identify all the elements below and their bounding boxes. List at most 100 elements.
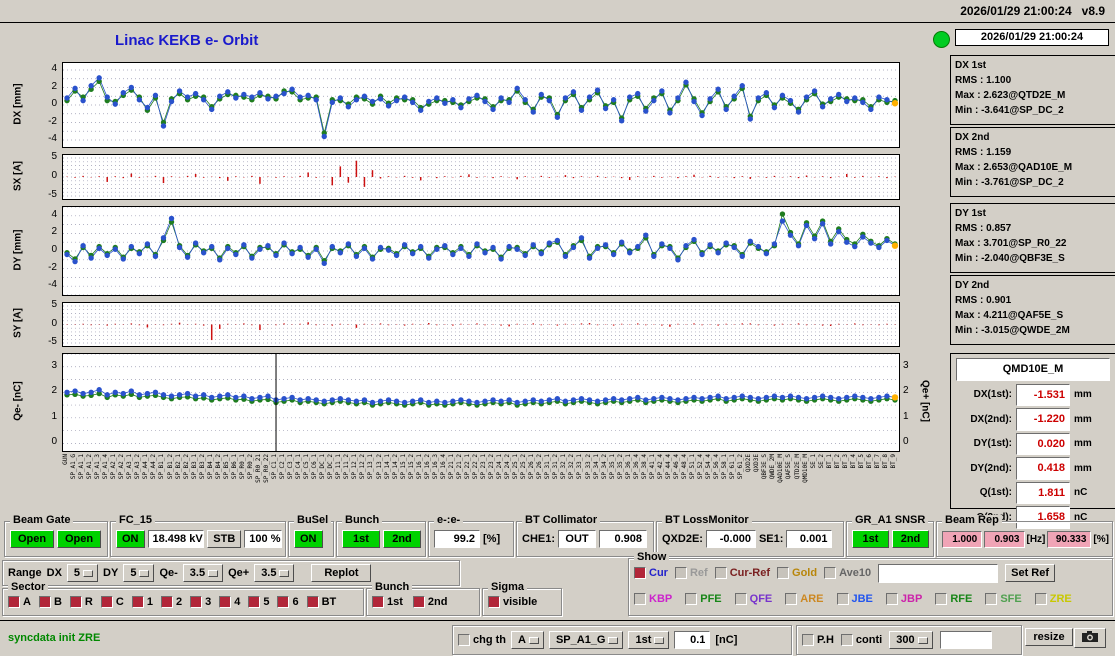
chg-th-checkbox[interactable]: chg th — [458, 634, 506, 646]
q-right-y-axis: 3 2 1 0 — [901, 353, 923, 450]
y-tick-label: 0 — [51, 170, 57, 181]
show-qfe-checkbox[interactable]: QFE — [734, 593, 773, 605]
checkbox-icon — [935, 593, 948, 605]
sy-steering-plot[interactable] — [62, 302, 900, 347]
show-cur-ref-checkbox[interactable]: Cur-Ref — [714, 567, 770, 579]
show-jbp-label: JBP — [900, 593, 923, 605]
fc15-on-button[interactable]: ON — [116, 530, 145, 548]
show-jbe-checkbox[interactable]: JBE — [836, 593, 873, 605]
stat-max: Max : 2.653@QAD10E_M — [955, 162, 1073, 173]
bunch-2nd-button[interactable]: 2nd — [383, 530, 421, 548]
bpm-label: SP_11_2 — [343, 454, 351, 480]
bpm-label: SP_B3_1 — [190, 454, 198, 480]
stat-title: DX 1st — [955, 60, 987, 71]
show-pfe-checkbox[interactable]: PFE — [685, 593, 722, 605]
stat-min: Min : -3.761@SP_DC_2 — [955, 177, 1064, 188]
bunch-1st-button[interactable]: 1st — [342, 530, 380, 548]
range-qe-minus-dropdown[interactable]: 3.5 — [182, 564, 224, 582]
ref-name-input[interactable] — [878, 563, 999, 583]
show-ref-checkbox[interactable]: Ref — [674, 567, 708, 579]
charge-plot[interactable] — [62, 353, 900, 452]
screenshot-button[interactable] — [1074, 628, 1106, 648]
bpm-label: SP_R0_22 — [262, 454, 270, 483]
sector-bt-checkbox[interactable]: BT — [306, 596, 336, 608]
sector-6-checkbox[interactable]: 6 — [277, 596, 299, 608]
bunch-dropdown[interactable]: 1st — [628, 631, 670, 649]
set-ref-button[interactable]: Set Ref — [1005, 564, 1056, 582]
bpm-select-dropdown[interactable]: SP_A1_G — [548, 631, 624, 649]
header-datetime: 2026/01/29 21:00:24 v8.9 — [960, 4, 1105, 18]
sigma-visible-checkbox[interactable]: visible — [488, 596, 537, 608]
show-kbp-checkbox[interactable]: KBP — [634, 593, 672, 605]
bunch-1st-checkbox[interactable]: 1st — [372, 596, 403, 608]
dy-orbit-plot[interactable] — [62, 206, 900, 296]
show-cur-checkbox[interactable]: Cur — [634, 567, 668, 579]
y-tick-label: 0 — [51, 317, 57, 329]
bpm-label: SP_B2_2 — [182, 454, 190, 480]
fc15-stb-button[interactable]: STB — [207, 530, 242, 548]
ee-ratio-group: e-:e- 99.2 [%] — [428, 515, 514, 557]
sector-4-checkbox[interactable]: 4 — [219, 596, 240, 608]
y-tick-label: 4 — [51, 208, 57, 220]
show-zre-checkbox[interactable]: ZRE — [1034, 593, 1072, 605]
show-qfe-label: QFE — [749, 593, 773, 605]
sector-5-checkbox[interactable]: 5 — [248, 596, 269, 608]
y-tick-label: -5 — [48, 188, 57, 200]
bpm-label: SP_A3_1 — [126, 454, 134, 480]
y-tick-label: 4 — [51, 63, 57, 74]
monitor-value: -1.531 — [1016, 383, 1070, 406]
ph-checkbox[interactable]: P.H — [802, 634, 834, 646]
dx-orbit-plot[interactable] — [62, 62, 900, 148]
sector-r-checkbox[interactable]: R — [69, 596, 93, 608]
bpm-label: SP_31_2 — [552, 454, 560, 480]
conti-checkbox[interactable]: conti — [840, 634, 882, 646]
range-dy-dropdown[interactable]: 5 — [123, 564, 155, 582]
bpm-label: BT_1 — [825, 454, 833, 469]
beam-gate-open1-button[interactable]: Open — [10, 530, 54, 548]
checkbox-icon — [160, 596, 173, 608]
sector-c-checkbox[interactable]: C — [100, 596, 124, 608]
dy-y-axis: 4 2 0 -2 -4 — [37, 206, 59, 294]
show-gold-checkbox[interactable]: Gold — [777, 567, 817, 579]
replot-button[interactable]: Replot — [311, 564, 372, 582]
sx-steering-plot[interactable] — [62, 154, 900, 200]
show-jbp-checkbox[interactable]: JBP — [885, 593, 923, 605]
busel-group: BuSel ON — [288, 515, 334, 557]
ph-label: P.H — [817, 634, 834, 646]
show-ave10-checkbox[interactable]: Ave10 — [824, 567, 871, 579]
count-dropdown[interactable]: 300 — [889, 631, 933, 649]
snsr-2nd-button[interactable]: 2nd — [892, 530, 929, 548]
bpm-label: SP_B4_1 — [206, 454, 214, 480]
show-rfe-checkbox[interactable]: RFE — [935, 593, 972, 605]
bunch-2nd-checkbox[interactable]: 2nd — [412, 596, 447, 608]
bpm-label: SP_C5_1 — [303, 454, 311, 480]
show-sfe-checkbox[interactable]: SFE — [985, 593, 1022, 605]
sector-a-checkbox[interactable]: A — [8, 596, 31, 608]
beam-gate-open2-button[interactable]: Open — [57, 530, 101, 548]
bpm-label: SP_A3_2 — [134, 454, 142, 480]
threshold-input[interactable] — [674, 631, 711, 649]
bpm-label: SP_16_1 — [415, 454, 423, 480]
show-group: Show Cur Ref Cur-Ref Gold Ave10 Set Ref … — [628, 552, 1113, 616]
bunch-1st-label: 1st — [387, 596, 403, 608]
sector-1-checkbox[interactable]: 1 — [131, 596, 153, 608]
fc15-kv-readout: 18.498 kV — [147, 530, 205, 548]
monitor-label: DX(2nd): — [970, 413, 1012, 425]
bpm-label: SP_B3_2 — [198, 454, 206, 480]
bunch-group: Bunch 1st 2nd — [336, 515, 426, 557]
range-qe-plus-dropdown[interactable]: 3.5 — [254, 564, 295, 582]
sector-2-checkbox[interactable]: 2 — [160, 596, 182, 608]
show-are-checkbox[interactable]: ARE — [785, 593, 824, 605]
sector-3-checkbox[interactable]: 3 — [190, 596, 211, 608]
snsr-1st-button[interactable]: 1st — [852, 530, 889, 548]
bpm-label: SP_21_2 — [455, 454, 463, 480]
resize-button[interactable]: resize — [1025, 628, 1073, 646]
sector-b-checkbox[interactable]: B — [38, 596, 62, 608]
count-input[interactable] — [939, 631, 992, 649]
busel-on-button[interactable]: ON — [294, 530, 323, 548]
checkbox-icon — [1034, 593, 1047, 605]
y-tick-label: 5 — [51, 298, 57, 310]
mode-dropdown[interactable]: A — [511, 631, 544, 649]
range-dx-dropdown[interactable]: 5 — [66, 564, 99, 582]
sector-3-label: 3 — [205, 596, 212, 608]
